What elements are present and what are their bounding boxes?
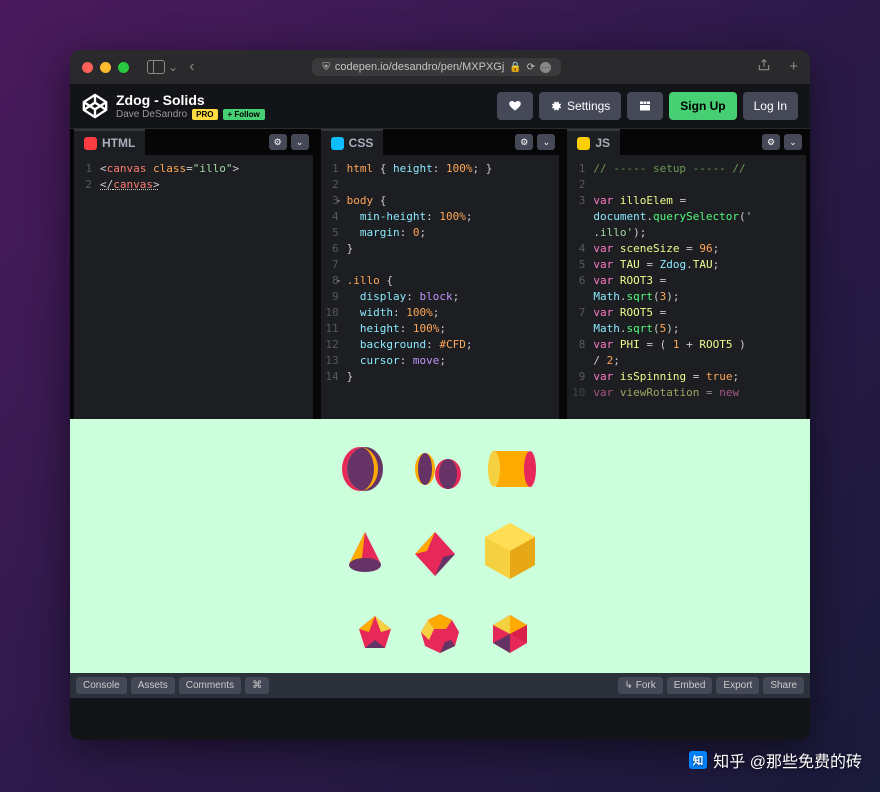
login-button[interactable]: Log In <box>743 92 798 120</box>
codepen-logo-icon <box>82 93 108 119</box>
share-icon[interactable] <box>757 58 771 76</box>
close-window-button[interactable] <box>82 62 93 73</box>
export-button[interactable]: Export <box>716 677 759 694</box>
signup-button[interactable]: Sign Up <box>669 92 736 120</box>
layout-button[interactable] <box>627 92 663 120</box>
html-gear-icon[interactable]: ⚙ <box>269 134 287 150</box>
pro-badge: PRO <box>192 109 217 120</box>
fork-button[interactable]: ↳ Fork <box>618 677 663 694</box>
css-chevron-icon[interactable]: ⌄ <box>537 134 555 150</box>
sidebar-toggle-icon[interactable] <box>147 60 165 74</box>
assets-button[interactable]: Assets <box>131 677 175 694</box>
minimize-window-button[interactable] <box>100 62 111 73</box>
solids-canvas <box>335 439 565 669</box>
url-bar[interactable]: ⛨ codepen.io/desandro/pen/MXPXGj 🔒 ⟳ ⋯ <box>312 58 561 76</box>
css-gear-icon[interactable]: ⚙ <box>515 134 533 150</box>
url-text: codepen.io/desandro/pen/MXPXGj <box>335 61 504 73</box>
html-editor[interactable]: 1<canvas class="illo"> 2</canvas> <box>74 155 313 419</box>
reader-icon[interactable]: ⟳ <box>527 62 535 73</box>
footer-bar: Console Assets Comments ⌘ ↳ Fork Embed E… <box>70 673 810 698</box>
maximize-window-button[interactable] <box>118 62 129 73</box>
shortcuts-button[interactable]: ⌘ <box>245 677 269 694</box>
svg-text:知: 知 <box>693 754 704 767</box>
html-icon <box>84 137 97 150</box>
css-editor[interactable]: 1html { height: 100%; } 2 3▸body { 4 min… <box>321 155 560 419</box>
pen-title-block: Zdog - Solids Dave DeSandro PRO + Follow <box>116 92 265 120</box>
embed-button[interactable]: Embed <box>667 677 713 694</box>
heart-button[interactable] <box>497 92 533 120</box>
new-tab-icon[interactable]: + <box>789 58 798 76</box>
js-chevron-icon[interactable]: ⌄ <box>784 134 802 150</box>
css-panel: CSS ⚙ ⌄ 1html { height: 100%; } 2 3▸body… <box>321 129 560 419</box>
comments-button[interactable]: Comments <box>179 677 241 694</box>
traffic-lights <box>82 62 129 73</box>
titlebar: ⌄ ‹ ⛨ codepen.io/desandro/pen/MXPXGj 🔒 ⟳… <box>70 50 810 84</box>
lock-icon: 🔒 <box>509 62 521 73</box>
js-gear-icon[interactable]: ⚙ <box>762 134 780 150</box>
console-button[interactable]: Console <box>76 677 127 694</box>
codepen-header: Zdog - Solids Dave DeSandro PRO + Follow… <box>70 84 810 129</box>
html-tab[interactable]: HTML <box>74 129 145 155</box>
editor-row: HTML ⚙ ⌄ 1<canvas class="illo"> 2</canva… <box>70 129 810 419</box>
follow-button[interactable]: + Follow <box>223 109 265 120</box>
settings-button[interactable]: Settings <box>539 92 621 120</box>
pen-title: Zdog - Solids <box>116 92 265 108</box>
preview-pane[interactable] <box>70 419 810 673</box>
js-editor[interactable]: 1// ----- setup ----- // 2 3var illoElem… <box>567 155 806 419</box>
shield-icon: ⛨ <box>322 62 330 73</box>
zhihu-logo-icon: 知 <box>689 751 707 769</box>
browser-window: ⌄ ‹ ⛨ codepen.io/desandro/pen/MXPXGj 🔒 ⟳… <box>70 50 810 740</box>
watermark: 知 知乎 @那些免费的砖 <box>689 748 862 772</box>
js-icon <box>577 137 590 150</box>
html-chevron-icon[interactable]: ⌄ <box>291 134 309 150</box>
chevron-down-icon[interactable]: ⌄ <box>168 60 178 74</box>
reload-stacked-icon[interactable]: ⋯ <box>540 62 551 73</box>
css-tab[interactable]: CSS <box>321 129 384 155</box>
back-button[interactable]: ‹ <box>189 58 194 76</box>
html-panel: HTML ⚙ ⌄ 1<canvas class="illo"> 2</canva… <box>74 129 313 419</box>
js-panel: JS ⚙ ⌄ 1// ----- setup ----- // 2 3var i… <box>567 129 806 419</box>
share-button[interactable]: Share <box>763 677 804 694</box>
js-tab[interactable]: JS <box>567 129 620 155</box>
pen-author[interactable]: Dave DeSandro <box>116 109 187 120</box>
css-icon <box>331 137 344 150</box>
